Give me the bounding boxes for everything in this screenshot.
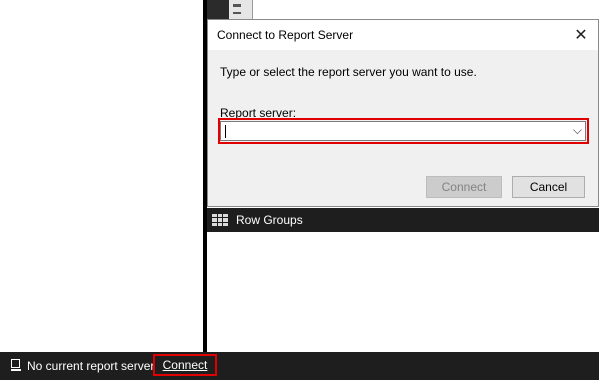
row-groups-icon xyxy=(212,214,228,226)
ruler-tick xyxy=(233,12,241,14)
dialog-title: Connect to Report Server xyxy=(217,28,354,42)
dialog-instruction: Type or select the report server you wan… xyxy=(220,65,477,79)
row-groups-header: Row Groups xyxy=(207,208,599,232)
close-icon[interactable]: ✕ xyxy=(564,20,598,50)
status-text: No current report server xyxy=(27,359,155,373)
cancel-button[interactable]: Cancel xyxy=(512,176,585,198)
connect-link[interactable]: Connect xyxy=(163,358,208,372)
connect-dialog: Connect to Report Server ✕ Type or selec… xyxy=(207,19,599,207)
chevron-down-icon[interactable]: ⌵ xyxy=(573,123,582,138)
connect-button[interactable]: Connect xyxy=(426,176,502,198)
report-server-combobox[interactable]: ⌵ xyxy=(220,121,586,141)
report-data-pane xyxy=(0,0,203,352)
dialog-titlebar[interactable]: Connect to Report Server ✕ xyxy=(208,20,598,50)
row-groups-label: Row Groups xyxy=(236,213,303,227)
text-caret xyxy=(225,125,226,138)
ruler-tick xyxy=(233,4,241,7)
server-icon xyxy=(10,359,22,373)
connect-link-highlight: Connect xyxy=(153,354,217,376)
status-bar: No current report server Connect xyxy=(0,352,599,380)
